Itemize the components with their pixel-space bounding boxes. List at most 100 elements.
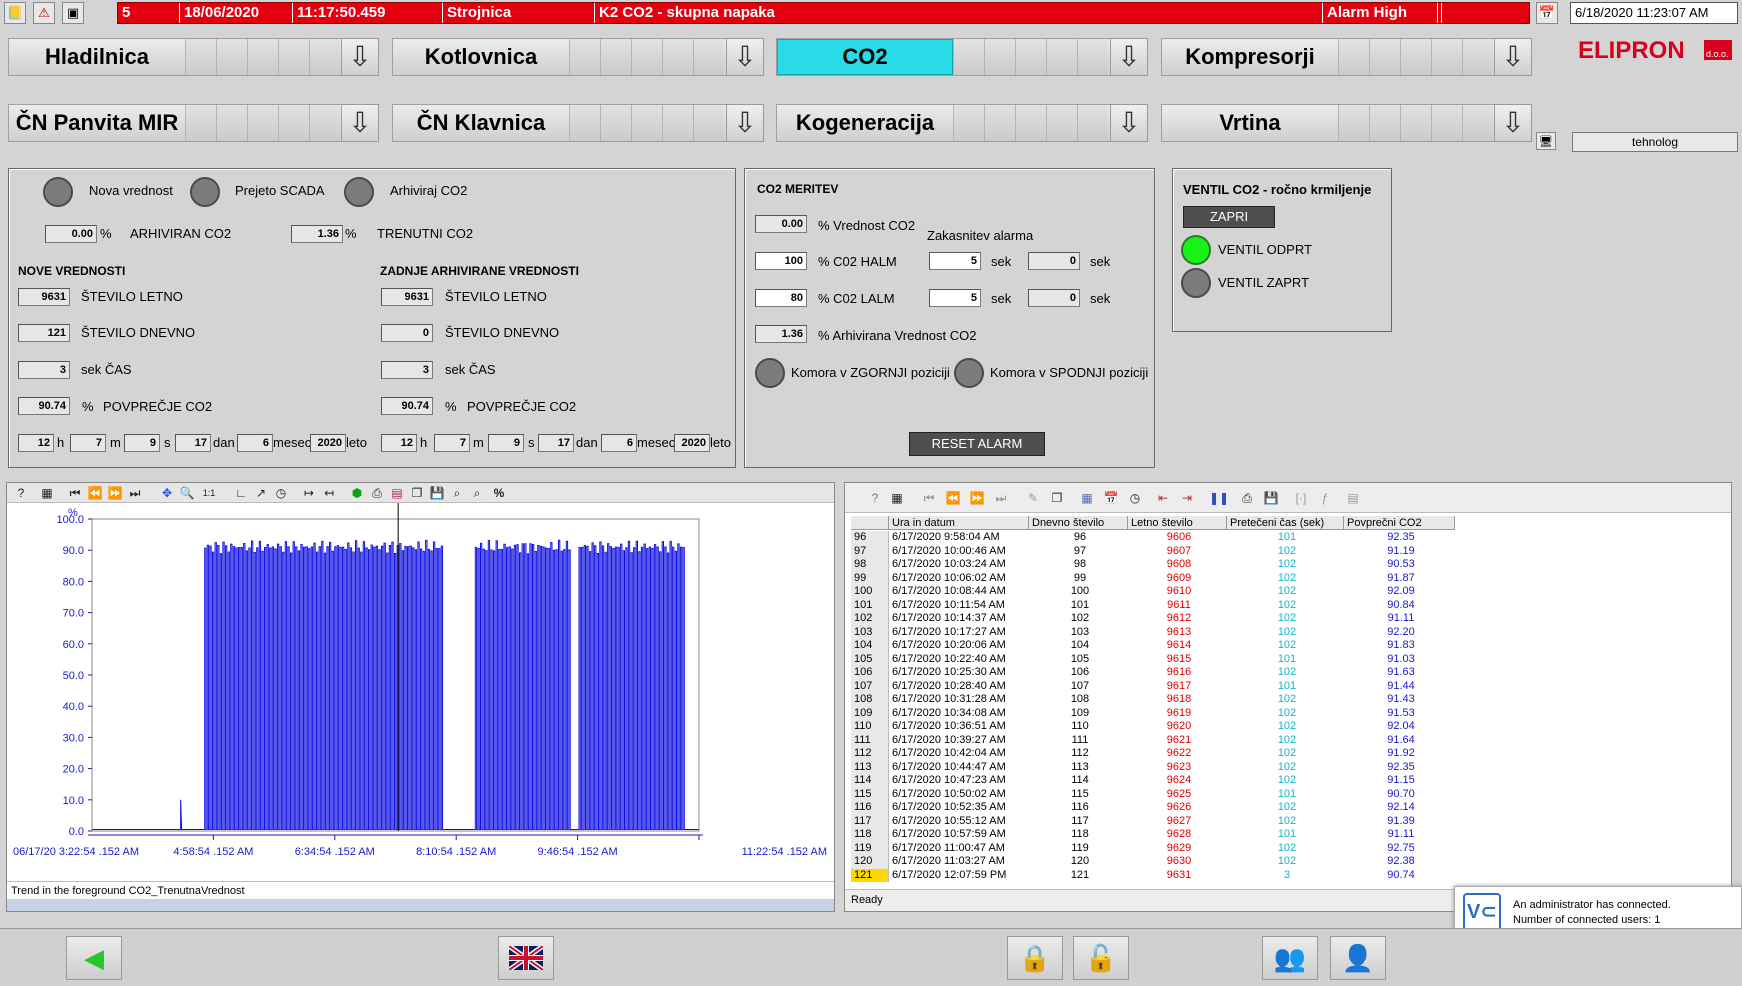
- zapri-button[interactable]: ZAPRI: [1183, 206, 1275, 228]
- table-row[interactable]: 97 6/17/2020 10:00:46 AM 97 9607 102 91.19: [851, 544, 1455, 558]
- search-alt-icon[interactable]: ⌕: [469, 485, 485, 501]
- monitor-icon[interactable]: 🖥: [1536, 132, 1556, 150]
- search-icon[interactable]: ⌕: [449, 485, 465, 501]
- scale-icon[interactable]: ↦: [301, 485, 317, 501]
- table-row[interactable]: 104 6/17/2020 10:20:06 AM 104 9614 102 91.83: [851, 639, 1455, 653]
- input-halm-delay[interactable]: 5: [929, 252, 981, 270]
- nav-kotlovnica-down-icon[interactable]: ⇩: [726, 38, 764, 76]
- table-row[interactable]: 105 6/17/2020 10:22:40 AM 105 9615 101 91.03: [851, 652, 1455, 666]
- nav-co2-down-icon[interactable]: ⇩: [1110, 38, 1148, 76]
- nav-kompresorji[interactable]: Kompresorji: [1161, 38, 1501, 76]
- clock-icon[interactable]: ◷: [273, 485, 289, 501]
- calendar-icon[interactable]: 📅: [1103, 490, 1119, 506]
- table-row[interactable]: 111 6/17/2020 10:39:27 AM 111 9621 102 91.64: [851, 733, 1455, 747]
- clock-icon[interactable]: ◷: [1127, 490, 1143, 506]
- table-row[interactable]: 101 6/17/2020 10:11:54 AM 101 9611 102 90.84: [851, 598, 1455, 612]
- nav-kompresorji-down-icon[interactable]: ⇩: [1494, 38, 1532, 76]
- nav-cn-klavnica-down-icon[interactable]: ⇩: [726, 104, 764, 142]
- window-icon[interactable]: ▣: [62, 2, 84, 24]
- rewind-icon[interactable]: ⏪: [945, 490, 961, 506]
- table-row[interactable]: 117 6/17/2020 10:55:12 AM 117 9627 102 91.39: [851, 814, 1455, 828]
- pan-icon[interactable]: ✥: [159, 485, 175, 501]
- columns-icon[interactable]: ▦: [1079, 490, 1095, 506]
- alarm-strip[interactable]: 5 18/06/2020 11:17:50.459 Strojnica K2 C…: [117, 2, 1530, 24]
- print-icon[interactable]: ⎙: [1239, 490, 1255, 506]
- zoom-icon[interactable]: 🔍: [179, 485, 195, 501]
- help-icon[interactable]: ?: [867, 490, 883, 506]
- table-row[interactable]: 103 6/17/2020 10:17:27 AM 103 9613 102 92.20: [851, 625, 1455, 639]
- save-icon[interactable]: 💾: [429, 485, 445, 501]
- warning-icon[interactable]: ⚠: [33, 2, 55, 24]
- column-header-letno[interactable]: Letno število: [1128, 516, 1227, 530]
- table-row[interactable]: 106 6/17/2020 10:25:30 AM 106 9616 102 91.63: [851, 666, 1455, 680]
- table-row[interactable]: 99 6/17/2020 10:06:02 AM 99 9609 102 91.87: [851, 571, 1455, 585]
- column-header-povprecni[interactable]: Povprečni CO2: [1344, 516, 1455, 530]
- pause-icon[interactable]: ❚❚: [1209, 490, 1229, 506]
- back-arrow-icon[interactable]: ◀: [66, 936, 122, 980]
- nav-hladilnica[interactable]: Hladilnica: [8, 38, 378, 76]
- forward-icon[interactable]: ⏩: [107, 485, 123, 501]
- nav-kogeneracija-down-icon[interactable]: ⇩: [1110, 104, 1148, 142]
- nav-cn-panvita-mir[interactable]: ČN Panvita MIR: [8, 104, 378, 142]
- bracket-icon[interactable]: [·]: [1293, 490, 1309, 506]
- scale-alt-icon[interactable]: ↤: [321, 485, 337, 501]
- input-lalm-delay[interactable]: 5: [929, 289, 981, 307]
- edit-icon[interactable]: ✎: [1025, 490, 1041, 506]
- nav-kotlovnica[interactable]: Kotlovnica: [392, 38, 732, 76]
- chart-scrollbar[interactable]: [7, 899, 834, 911]
- user-icon[interactable]: 👤: [1330, 936, 1386, 980]
- notebook-icon[interactable]: 📒: [4, 2, 26, 24]
- table-row[interactable]: 114 6/17/2020 10:47:23 AM 114 9624 102 91.15: [851, 774, 1455, 788]
- copy-icon[interactable]: ❐: [409, 485, 425, 501]
- copy-icon[interactable]: ❐: [1049, 490, 1065, 506]
- ruler-icon[interactable]: ∟: [233, 485, 249, 501]
- reset-alarm-button[interactable]: RESET ALARM: [909, 432, 1045, 456]
- users-icon[interactable]: 👥: [1262, 936, 1318, 980]
- function-icon[interactable]: ƒ: [1317, 490, 1333, 506]
- chart-settings-icon[interactable]: ▦: [39, 485, 55, 501]
- table-settings-icon[interactable]: ▦: [889, 490, 905, 506]
- chart-image-icon[interactable]: ▤: [389, 485, 405, 501]
- nav-cn-klavnica[interactable]: ČN Klavnica: [392, 104, 732, 142]
- refresh-icon[interactable]: ⬢: [349, 485, 365, 501]
- zoom-reset-icon[interactable]: 1:1: [201, 485, 217, 501]
- forward-icon[interactable]: ⏩: [969, 490, 985, 506]
- table-row[interactable]: 98 6/17/2020 10:03:24 AM 98 9608 102 90.53: [851, 558, 1455, 572]
- first-icon[interactable]: ⏮: [67, 485, 83, 501]
- unlock-icon[interactable]: 🔓: [1073, 936, 1129, 980]
- save-icon[interactable]: 💾: [1263, 490, 1279, 506]
- table-row[interactable]: 100 6/17/2020 10:08:44 AM 100 9610 102 92.09: [851, 585, 1455, 599]
- input-lalm[interactable]: 80: [755, 289, 807, 307]
- lock-icon[interactable]: 🔒: [1007, 936, 1063, 980]
- table-row[interactable]: 112 6/17/2020 10:42:04 AM 112 9622 102 91.92: [851, 747, 1455, 761]
- table-row[interactable]: 96 6/17/2020 9:58:04 AM 96 9606 101 92.35: [851, 531, 1455, 545]
- first-icon[interactable]: ⏮: [921, 490, 937, 506]
- column-header-preteceni[interactable]: Pretečeni čas (sek): [1227, 516, 1344, 530]
- table-row[interactable]: 110 6/17/2020 10:36:51 AM 110 9620 102 92.04: [851, 720, 1455, 734]
- column-header-dnevno[interactable]: Dnevno število: [1029, 516, 1128, 530]
- export-icon[interactable]: ⇥: [1179, 490, 1195, 506]
- last-icon[interactable]: ⏭: [127, 485, 143, 501]
- language-flag-icon[interactable]: [498, 936, 554, 980]
- last-icon[interactable]: ⏭: [993, 490, 1009, 506]
- percent-icon[interactable]: %: [491, 485, 507, 501]
- table-row[interactable]: 118 6/17/2020 10:57:59 AM 118 9628 101 91.11: [851, 828, 1455, 842]
- table-row[interactable]: 102 6/17/2020 10:14:37 AM 102 9612 102 91.11: [851, 612, 1455, 626]
- trend-plot[interactable]: %100.090.080.070.060.050.040.030.020.010…: [7, 503, 834, 881]
- nav-hladilnica-down-icon[interactable]: ⇩: [341, 38, 379, 76]
- table-row[interactable]: 107 6/17/2020 10:28:40 AM 107 9617 101 91.44: [851, 679, 1455, 693]
- table-row[interactable]: 109 6/17/2020 10:34:08 AM 109 9619 102 91.53: [851, 706, 1455, 720]
- table-row[interactable]: 120 6/17/2020 11:03:27 AM 120 9630 102 92.38: [851, 855, 1455, 869]
- calendar-icon[interactable]: 📅: [1536, 2, 1558, 24]
- nav-cn-panvita-down-icon[interactable]: ⇩: [341, 104, 379, 142]
- report-icon[interactable]: ▤: [1345, 490, 1361, 506]
- table-row[interactable]: 113 6/17/2020 10:44:47 AM 113 9623 102 92.35: [851, 760, 1455, 774]
- input-halm[interactable]: 100: [755, 252, 807, 270]
- nav-vrtina[interactable]: Vrtina: [1161, 104, 1501, 142]
- import-icon[interactable]: ⇤: [1155, 490, 1171, 506]
- table-row[interactable]: 119 6/17/2020 11:00:47 AM 119 9629 102 92.75: [851, 841, 1455, 855]
- table-row[interactable]: 108 6/17/2020 10:31:28 AM 108 9618 102 91.43: [851, 693, 1455, 707]
- help-icon[interactable]: ?: [13, 485, 29, 501]
- column-header-ura[interactable]: Ura in datum: [889, 516, 1029, 530]
- print-icon[interactable]: ⎙: [369, 485, 385, 501]
